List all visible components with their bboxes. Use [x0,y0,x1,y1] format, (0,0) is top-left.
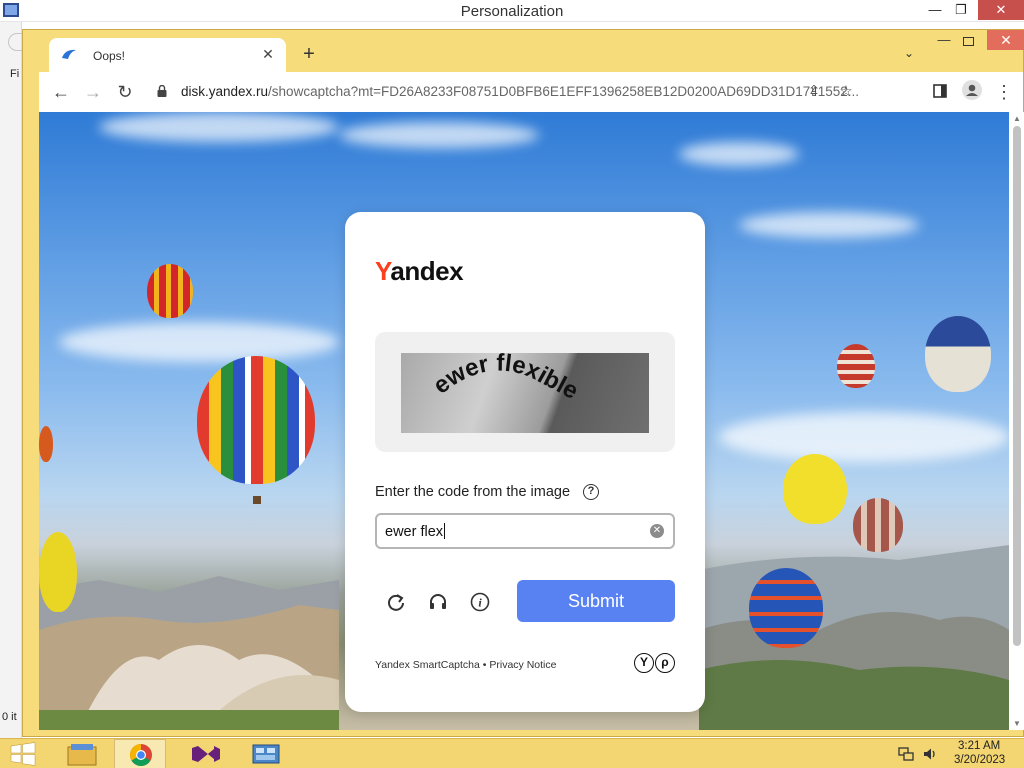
network-icon[interactable] [898,746,914,762]
personalization-status-text: 0 it [2,711,17,723]
close-button[interactable]: ✕ [978,0,1024,20]
svg-text:i: i [478,596,482,610]
captcha-prompt: Enter the code from the image [375,484,571,500]
maximize-button[interactable]: ❐ [946,0,976,20]
hot-air-balloon [147,264,193,318]
address-bar[interactable]: disk.yandex.ru/showcaptcha?mt=FD26A8233F… [151,77,865,107]
browser-close-button[interactable]: ✕ [987,30,1024,50]
control-panel-icon[interactable] [240,739,292,768]
captcha-image-container: ewer flexible [375,332,675,452]
lock-icon[interactable] [157,85,167,97]
browser-toolbar: ← → ↻ disk.yandex.ru/showcaptcha?mt=FD26… [39,72,1023,112]
scrollbar-thumb[interactable] [1013,126,1021,646]
star-icon[interactable]: ☆ [835,81,857,103]
volume-icon[interactable] [922,746,938,762]
audio-icon[interactable] [427,592,449,614]
windows-start-icon[interactable] [8,742,38,766]
clock-date[interactable]: 3/20/2023 [954,754,1005,766]
cloud [339,122,539,148]
cloud [739,212,919,238]
cloud [59,322,339,362]
scroll-down-icon[interactable]: ▼ [1013,719,1021,728]
submit-button[interactable]: Submit [517,580,675,622]
tab-search-icon[interactable]: ⌄ [901,46,917,62]
browser-window: Oops! ✕ + ⌄ — ✕ ← → ↻ disk.yandex.ru/sho… [22,29,1024,737]
help-icon[interactable]: ? [583,484,599,500]
page-viewport: Yandex ewer flexible Enter the code from… [39,112,1009,730]
browser-maximize-button[interactable] [963,37,974,46]
hot-air-balloon [197,356,315,484]
back-button[interactable] [8,33,22,51]
tab-strip: Oops! ✕ + ⌄ — ✕ [39,30,1024,73]
hot-air-balloon [925,316,991,392]
svg-text:ewer flexible: ewer flexible [428,353,582,405]
clear-icon[interactable]: ✕ [650,524,664,538]
forward-icon[interactable]: → [81,80,105,104]
hot-air-balloon [837,344,875,388]
scroll-up-icon[interactable]: ▲ [1013,114,1021,123]
smartcaptcha-y-icon: Y [634,653,654,673]
hot-air-balloon [39,532,77,612]
refresh-icon[interactable] [385,592,407,614]
sidepanel-icon[interactable] [928,80,952,104]
personalization-menu-label[interactable]: Fi [10,68,19,80]
personalization-left-pane [0,22,22,738]
back-icon[interactable]: ← [49,80,73,104]
browser-minimize-button[interactable]: — [937,33,951,48]
personalization-title: Personalization [460,3,564,20]
yandex-logo: Yandex [375,256,464,286]
info-icon[interactable]: i [469,592,491,614]
hot-air-balloon [749,568,823,648]
disk-favicon-icon [62,49,76,59]
balloon-basket [253,496,261,504]
captcha-distorted-text: ewer flexible [428,353,582,405]
captcha-code-input[interactable]: ewer flex ✕ [375,513,675,549]
tab-close-icon[interactable]: ✕ [260,46,276,62]
url-text: disk.yandex.ru/showcaptcha?mt=FD26A8233F… [181,84,859,99]
page-scrollbar[interactable]: ▲ ▼ [1009,112,1024,730]
tab-oops[interactable]: Oops! ✕ [49,38,286,73]
menu-icon[interactable]: ⋮ [992,80,1016,104]
cloud [99,112,339,142]
captcha-image: ewer flexible [401,353,649,433]
cloud [679,142,799,166]
captcha-card: Yandex ewer flexible Enter the code from… [345,212,705,712]
tab-title: Oops! [93,49,126,63]
taskbar: 3:21 AM 3/20/2023 [0,738,1024,768]
text-caret [444,523,446,539]
visual-studio-icon[interactable] [180,739,232,768]
clock-time[interactable]: 3:21 AM [958,740,1000,752]
url-path: /showcaptcha?mt=FD26A8233F08751D0BFB6E1E… [268,84,860,99]
personalization-titlebar: Personalization — ❐ ✕ [0,0,1024,22]
captcha-footer[interactable]: Yandex SmartCaptcha • Privacy Notice [375,659,556,671]
hot-air-balloon [783,454,847,524]
url-domain: disk.yandex.ru [181,84,269,99]
captcha-code-value: ewer flex [385,523,446,540]
profile-icon[interactable] [960,80,984,104]
share-icon[interactable]: ⇪ [803,81,825,103]
new-tab-button[interactable]: + [299,44,319,64]
file-explorer-icon[interactable] [56,739,108,768]
cloud [719,412,1009,462]
smartcaptcha-p-icon: ρ [655,653,675,673]
reload-icon[interactable]: ↻ [113,80,137,104]
hot-air-balloon [39,426,53,462]
chrome-icon[interactable] [114,739,166,768]
hot-air-balloon [853,498,903,552]
